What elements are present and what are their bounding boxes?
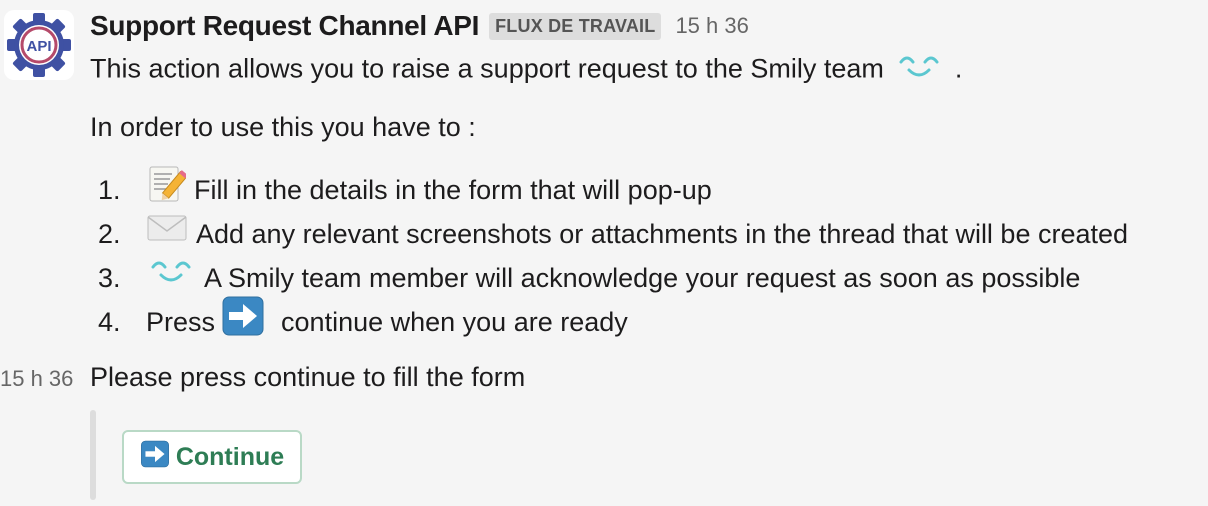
step-number: 3. xyxy=(98,263,121,293)
message-header: Support Request Channel API FLUX DE TRAV… xyxy=(90,8,749,44)
subtitle-text: In order to use this you have to : xyxy=(90,112,476,142)
step-text: Add any relevant screenshots or attachme… xyxy=(196,219,1129,249)
message-time[interactable]: 15 h 36 xyxy=(675,13,748,39)
envelope-icon xyxy=(146,212,188,257)
smily-icon xyxy=(895,52,943,89)
smily-icon xyxy=(146,256,196,300)
list-item: 4. Press continue when you are ready xyxy=(90,296,1128,344)
list-item: 2. Add any relevant screenshots or attac… xyxy=(90,212,1128,256)
api-gear-icon[interactable]: API xyxy=(4,10,74,80)
step-number: 4. xyxy=(98,307,121,337)
right-arrow-icon xyxy=(140,440,170,475)
workflow-badge: FLUX DE TRAVAIL xyxy=(489,12,662,40)
list-item: 1. Fill in the details in the form that … xyxy=(90,166,1128,212)
step-number: 2. xyxy=(98,219,121,249)
steps-list: 1. Fill in the details in the form that … xyxy=(90,166,1128,344)
intro-period: . xyxy=(954,53,963,84)
followup-text: Please press continue to fill the form xyxy=(90,362,526,392)
continue-button-label: Continue xyxy=(175,442,285,471)
right-arrow-icon xyxy=(221,296,265,349)
step-text: A Smily team member will acknowledge you… xyxy=(204,263,1081,293)
step-text: Fill in the details in the form that wil… xyxy=(194,175,712,205)
followup-time[interactable]: 15 h 36 xyxy=(0,366,73,392)
step-number: 1. xyxy=(98,175,121,205)
app-name[interactable]: Support Request Channel API xyxy=(90,10,479,42)
intro-text: This action allows you to raise a suppor… xyxy=(90,52,962,89)
step-text-before: Press xyxy=(146,307,216,337)
attachment-bar xyxy=(90,410,96,500)
memo-icon xyxy=(146,164,188,217)
svg-text:API: API xyxy=(26,38,51,55)
continue-button[interactable]: Continue xyxy=(122,430,302,484)
message-api: API Support Request Channel API FLUX DE … xyxy=(0,0,1208,348)
step-text-after: continue when you are ready xyxy=(281,307,628,337)
list-item: 3. A Smily team member will acknowledge … xyxy=(90,256,1128,300)
intro-sentence: This action allows you to raise a suppor… xyxy=(90,53,884,84)
